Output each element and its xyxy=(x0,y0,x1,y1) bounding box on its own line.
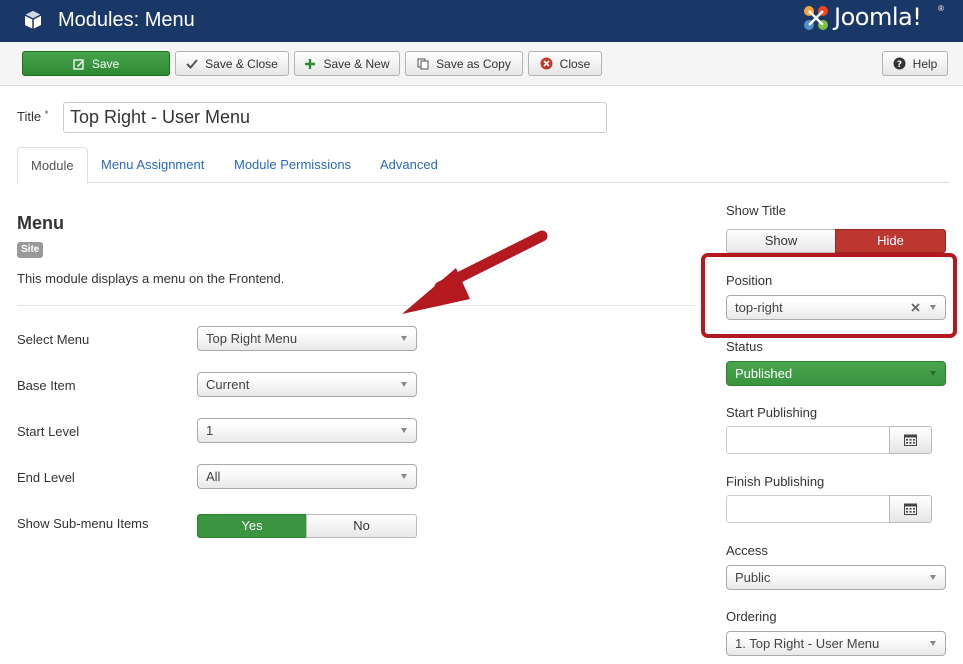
module-description: This module displays a menu on the Front… xyxy=(17,271,285,286)
save-close-label: Save & Close xyxy=(205,56,278,71)
ordering-label: Ordering xyxy=(726,609,777,624)
caret-down-icon xyxy=(401,474,407,479)
submenu-no-button[interactable]: No xyxy=(306,514,417,538)
tab-module[interactable]: Module xyxy=(17,147,88,184)
access-value: Public xyxy=(735,570,771,585)
select-menu-label: Select Menu xyxy=(17,332,90,347)
start-publishing-calendar-button[interactable] xyxy=(889,426,932,454)
save-new-button[interactable]: Save & New xyxy=(294,51,400,76)
annotation-arrow-icon xyxy=(402,230,548,314)
base-item-label: Base Item xyxy=(17,378,76,393)
edit-icon xyxy=(73,58,84,70)
save-close-button[interactable]: Save & Close xyxy=(175,51,289,76)
status-label: Status xyxy=(726,339,763,354)
svg-text:?: ? xyxy=(897,60,902,70)
close-circle-icon xyxy=(540,57,553,70)
page-title: Modules: Menu xyxy=(58,9,195,31)
select-menu-value: Top Right Menu xyxy=(206,331,298,346)
logo-registered-mark: ® xyxy=(938,4,944,13)
logo-text: Joomla! xyxy=(834,3,922,31)
ordering-value: 1. Top Right - User Menu xyxy=(735,636,880,651)
plus-icon xyxy=(305,58,316,69)
show-submenu-label: Show Sub-menu Items xyxy=(17,516,149,531)
module-heading: Menu xyxy=(17,213,64,233)
start-publishing-label: Start Publishing xyxy=(726,405,818,420)
show-title-hide-button[interactable]: Hide xyxy=(835,229,946,253)
tab-menu-assignment[interactable]: Menu Assignment xyxy=(88,147,217,183)
module-tabs: Module Menu Assignment Module Permission… xyxy=(17,147,949,184)
save-copy-label: Save as Copy xyxy=(436,56,511,71)
end-level-label: End Level xyxy=(17,470,75,485)
title-label: Title * xyxy=(17,109,48,124)
calendar-icon xyxy=(904,503,917,515)
required-mark: * xyxy=(44,109,49,119)
access-label: Access xyxy=(726,543,768,558)
caret-down-icon xyxy=(401,336,407,341)
start-publishing-input[interactable] xyxy=(726,426,890,454)
end-level-dropdown[interactable]: All xyxy=(197,464,417,489)
position-highlight-box xyxy=(701,253,957,338)
help-button[interactable]: ? Help xyxy=(882,51,948,76)
site-badge: Site xyxy=(17,242,44,258)
submenu-yes-button[interactable]: Yes xyxy=(197,514,307,538)
finish-publishing-label: Finish Publishing xyxy=(726,474,825,489)
end-level-value: All xyxy=(206,469,221,484)
save-copy-button[interactable]: Save as Copy xyxy=(405,51,523,76)
close-button[interactable]: Close xyxy=(528,51,602,76)
finish-publishing-input[interactable] xyxy=(726,495,890,523)
tab-advanced[interactable]: Advanced xyxy=(367,147,451,183)
caret-down-icon xyxy=(930,641,936,646)
start-level-value: 1 xyxy=(206,423,214,438)
show-title-label: Show Title xyxy=(726,203,786,218)
finish-publishing-calendar-button[interactable] xyxy=(889,495,932,523)
start-level-dropdown[interactable]: 1 xyxy=(197,418,417,443)
check-icon xyxy=(186,58,198,69)
tab-module-permissions[interactable]: Module Permissions xyxy=(221,147,364,183)
start-level-label: Start Level xyxy=(17,424,80,439)
caret-down-icon xyxy=(401,382,407,387)
title-input[interactable] xyxy=(63,102,607,133)
caret-down-icon xyxy=(401,428,407,433)
ordering-dropdown[interactable]: 1. Top Right - User Menu xyxy=(726,631,946,656)
app-header: Modules: Menu Joomla! ® xyxy=(0,0,963,42)
copy-icon xyxy=(417,58,429,69)
select-menu-dropdown[interactable]: Top Right Menu xyxy=(197,326,417,351)
cube-icon xyxy=(24,11,42,29)
show-title-show-button[interactable]: Show xyxy=(726,229,836,253)
joomla-logo: Joomla! ® xyxy=(800,1,950,35)
status-dropdown[interactable]: Published xyxy=(726,361,946,386)
caret-down-icon xyxy=(930,371,936,376)
joomla-logo-icon xyxy=(804,6,828,30)
save-button[interactable]: Save xyxy=(22,51,170,76)
base-item-value: Current xyxy=(206,377,250,392)
calendar-icon xyxy=(904,434,917,446)
title-label-text: Title xyxy=(17,109,42,124)
access-dropdown[interactable]: Public xyxy=(726,565,946,590)
status-value: Published xyxy=(735,366,793,381)
base-item-dropdown[interactable]: Current xyxy=(197,372,417,397)
help-label: Help xyxy=(912,56,938,71)
toolbar: Save Save & Close Save & New Save as Cop… xyxy=(0,42,963,86)
save-label: Save xyxy=(91,56,120,71)
close-label: Close xyxy=(559,56,591,71)
caret-down-icon xyxy=(930,575,936,580)
save-new-label: Save & New xyxy=(323,56,390,71)
help-icon: ? xyxy=(893,57,906,70)
divider xyxy=(17,305,697,306)
